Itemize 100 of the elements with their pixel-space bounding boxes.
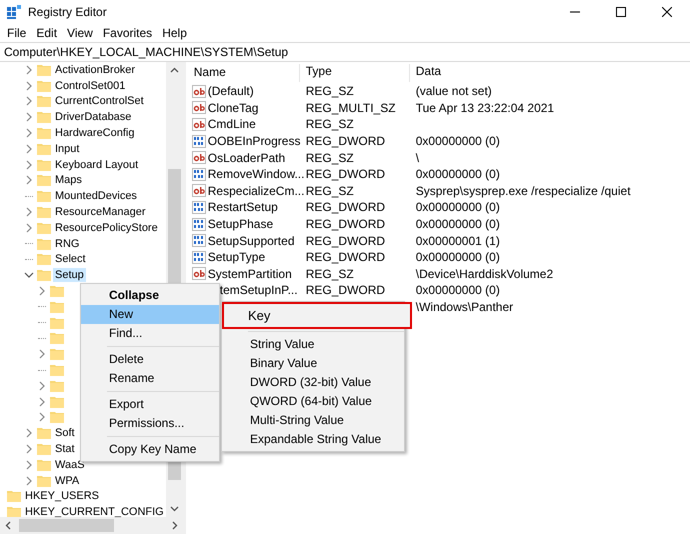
- tree-item[interactable]: Stat: [53, 442, 77, 456]
- expand-chevron-icon[interactable]: [37, 349, 47, 360]
- value-type: REG_SZ: [306, 84, 354, 98]
- menu-item[interactable]: Copy Key Name: [81, 440, 219, 459]
- tree-item[interactable]: WPA: [53, 474, 82, 488]
- menu-item[interactable]: DWORD (32-bit) Value: [222, 373, 404, 392]
- tree-item[interactable]: ResourcePolicyStore: [53, 220, 160, 235]
- expand-chevron-icon[interactable]: [24, 444, 34, 454]
- folder-icon: [50, 364, 64, 376]
- tree-item[interactable]: Input: [53, 142, 82, 156]
- tree-item[interactable]: MountedDevices: [53, 189, 139, 204]
- expand-chevron-icon[interactable]: [24, 144, 34, 154]
- expand-chevron-icon[interactable]: [24, 476, 34, 486]
- menu-item[interactable]: Edit: [31, 25, 62, 41]
- value-data: Tue Apr 13 23:22:04 2021: [416, 100, 554, 115]
- menu-item[interactable]: Favorites: [98, 25, 158, 41]
- string-value-icon: [192, 267, 206, 280]
- value-name[interactable]: temSetupInP...: [220, 281, 298, 300]
- value-name[interactable]: SetupType: [208, 248, 266, 266]
- tree-item[interactable]: ResourceManager: [53, 205, 148, 220]
- tree-item[interactable]: Soft: [53, 426, 77, 440]
- expand-chevron-icon[interactable]: [24, 160, 34, 170]
- scrollbar-thumb[interactable]: [19, 519, 114, 532]
- menu-item[interactable]: Key: [222, 302, 412, 329]
- value-name[interactable]: (Default): [208, 82, 254, 100]
- tree-item[interactable]: HardwareConfig: [53, 126, 136, 140]
- expand-chevron-icon[interactable]: [24, 112, 34, 122]
- expand-chevron-icon[interactable]: [37, 380, 47, 391]
- expand-chevron-icon[interactable]: [37, 412, 47, 422]
- menu-item[interactable]: Binary Value: [222, 354, 404, 373]
- expand-chevron-icon[interactable]: [24, 80, 34, 91]
- menu-item[interactable]: Export: [81, 395, 219, 414]
- value-name[interactable]: CloneTag: [208, 98, 258, 117]
- value-type: REG_SZ: [306, 266, 354, 281]
- menu-item[interactable]: Permissions...: [81, 414, 219, 433]
- folder-icon: [37, 158, 51, 171]
- maximize-icon: [616, 7, 626, 17]
- menu-item[interactable]: File: [2, 25, 32, 41]
- binary-value-icon: [192, 218, 206, 231]
- value-name[interactable]: RestartSetup: [208, 198, 278, 216]
- tree-item[interactable]: RNG: [53, 236, 82, 251]
- menu-item[interactable]: Help: [157, 25, 192, 41]
- folder-icon: [7, 506, 21, 517]
- menu-item[interactable]: New: [81, 305, 219, 324]
- expand-chevron-icon[interactable]: [37, 396, 47, 407]
- tree-item[interactable]: Select: [53, 252, 88, 266]
- menu-item[interactable]: Rename: [81, 369, 219, 388]
- tree-item[interactable]: CurrentControlSet: [53, 94, 146, 108]
- tree-item[interactable]: WaaS: [53, 458, 87, 472]
- expand-chevron-icon[interactable]: [24, 428, 34, 438]
- folder-icon: [37, 474, 51, 487]
- collapse-chevron-icon[interactable]: [24, 270, 34, 280]
- expand-chevron-icon[interactable]: [24, 460, 34, 470]
- expand-chevron-icon[interactable]: [37, 286, 47, 296]
- expand-chevron-icon[interactable]: [24, 96, 34, 106]
- folder-icon: [37, 443, 51, 456]
- menu-item[interactable]: Delete: [81, 350, 219, 369]
- tree-item[interactable]: HKEY_USERS: [23, 489, 101, 504]
- expand-chevron-icon[interactable]: [24, 222, 34, 233]
- column-header[interactable]: Data: [410, 64, 690, 82]
- tree-item[interactable]: Setup: [53, 268, 86, 282]
- value-name[interactable]: SetupSupported: [208, 232, 294, 250]
- value-name[interactable]: CmdLine: [208, 115, 256, 134]
- value-name[interactable]: OOBEInProgress: [208, 132, 300, 150]
- value-name[interactable]: RespecializeCm...: [208, 182, 304, 200]
- folder-icon: [37, 174, 51, 186]
- value-name[interactable]: SetupPhase: [208, 215, 274, 234]
- folder-icon: [37, 253, 51, 266]
- value-data: 0x00000000 (0): [416, 134, 500, 148]
- folder-icon: [37, 80, 51, 92]
- tree-item[interactable]: ActivationBroker: [53, 62, 138, 77]
- expand-chevron-icon[interactable]: [24, 207, 34, 218]
- value-name[interactable]: RemoveWindow...: [208, 165, 304, 184]
- value-type: REG_DWORD: [306, 217, 386, 232]
- tree-item[interactable]: Maps: [53, 173, 84, 188]
- value-name[interactable]: OsLoaderPath: [208, 148, 286, 167]
- folder-icon: [50, 316, 64, 329]
- tree-item[interactable]: Keyboard Layout: [53, 158, 140, 172]
- menu-item[interactable]: Collapse: [81, 286, 219, 305]
- menu-item[interactable]: String Value: [222, 335, 404, 354]
- menu-item[interactable]: Multi-String Value: [222, 411, 404, 430]
- address-bar[interactable]: Computer\HKEY_LOCAL_MACHINE\SYSTEM\Setup: [0, 42, 690, 62]
- menu-item[interactable]: Find...: [81, 324, 219, 343]
- menu-item[interactable]: Expandable String Value: [222, 430, 404, 449]
- tree-item[interactable]: ControlSet001: [53, 78, 128, 93]
- tree-item[interactable]: HKEY_CURRENT_CONFIG: [23, 505, 166, 517]
- folder-icon: [37, 127, 51, 140]
- tree-item[interactable]: DriverDatabase: [53, 110, 134, 124]
- menu-item[interactable]: QWORD (64-bit) Value: [222, 392, 404, 411]
- value-type: REG_MULTI_SZ: [306, 100, 396, 115]
- value-data: \Device\HarddiskVolume2: [416, 266, 554, 281]
- menu-item[interactable]: View: [62, 25, 98, 41]
- expand-chevron-icon[interactable]: [24, 64, 34, 75]
- column-header[interactable]: Type: [300, 64, 410, 82]
- value-name[interactable]: SystemPartition: [208, 264, 292, 283]
- expand-chevron-icon[interactable]: [24, 128, 34, 138]
- string-value-icon: [192, 101, 206, 114]
- folder-icon: [50, 396, 64, 408]
- expand-chevron-icon[interactable]: [24, 175, 34, 186]
- column-header[interactable]: Name: [188, 64, 300, 82]
